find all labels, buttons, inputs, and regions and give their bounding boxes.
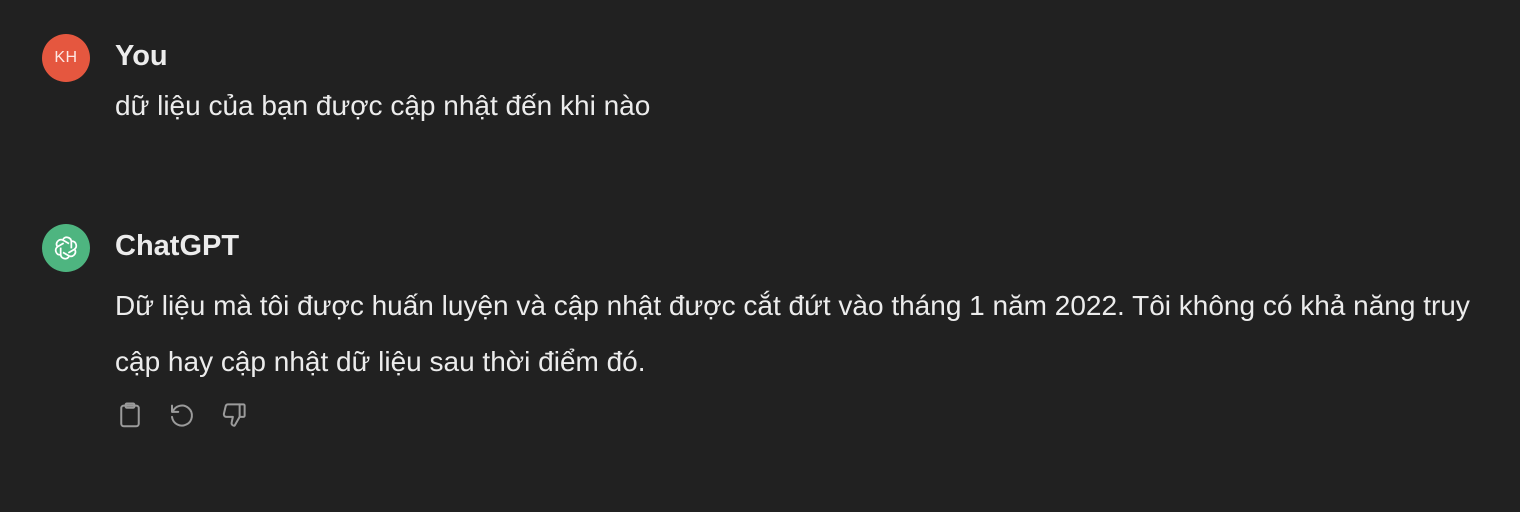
thumbs-down-button[interactable] [219, 400, 249, 430]
user-message-text: dữ liệu của bạn được cập nhật đến khi nà… [115, 90, 651, 121]
copy-icon [120, 402, 140, 428]
thumbs-down-icon [222, 403, 246, 427]
openai-logo-icon [54, 236, 78, 260]
user-avatar-initials: KH [54, 49, 78, 66]
message-actions [115, 400, 249, 430]
regenerate-button[interactable] [167, 400, 197, 430]
assistant-avatar [42, 224, 90, 272]
copy-button[interactable] [115, 400, 145, 430]
regenerate-icon [171, 404, 193, 427]
user-avatar: KH [42, 34, 90, 82]
assistant-author-name: ChatGPT [115, 230, 240, 262]
assistant-message-text: Dữ liệu mà tôi được huấn luyện và cập nh… [115, 290, 1470, 377]
user-author-name: You [115, 40, 168, 72]
